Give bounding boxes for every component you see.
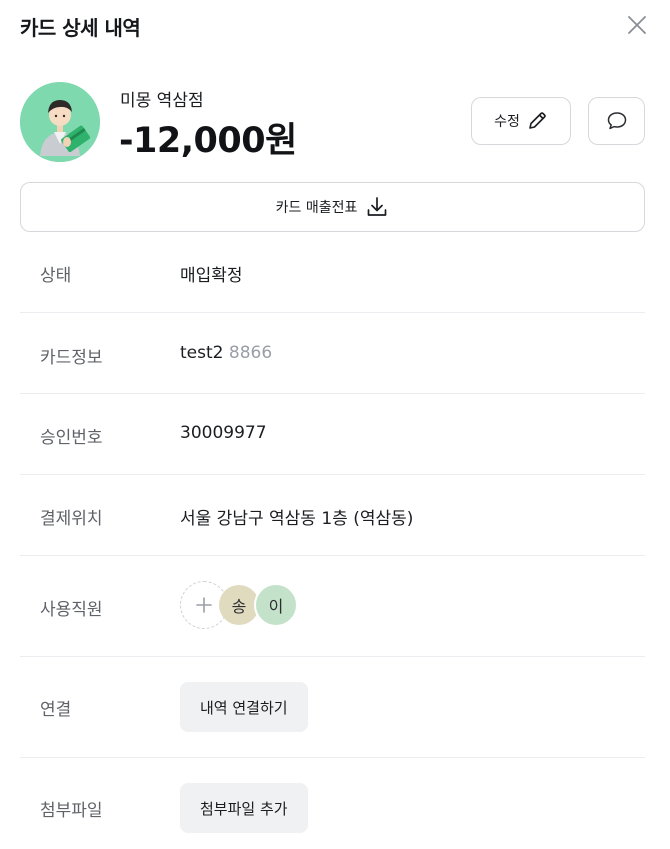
- status-label: 상태: [40, 266, 72, 286]
- close-button[interactable]: [624, 12, 650, 38]
- link-transaction-button[interactable]: 내역 연결하기: [180, 682, 308, 732]
- merchant-summary: 미몽 역삼점 -12,000원 수정: [20, 82, 650, 162]
- link-label: 연결: [40, 700, 72, 720]
- transaction-amount: -12,000원: [119, 121, 297, 161]
- card-receipt-button[interactable]: 카드 매출전표: [20, 182, 645, 232]
- close-icon: [628, 16, 646, 34]
- card-receipt-label: 카드 매출전표: [275, 200, 358, 216]
- status-value: 매입확정: [180, 266, 243, 286]
- location-value: 서울 강남구 역삼동 1층 (역삼동): [180, 509, 414, 529]
- approval-label: 승인번호: [40, 428, 103, 448]
- link-row: 연결 내역 연결하기: [20, 657, 645, 758]
- attachment-label: 첨부파일: [40, 801, 103, 821]
- employees-row: 사용직원 송 이: [20, 556, 645, 657]
- edit-button-label: 수정: [494, 114, 520, 130]
- location-label: 결제위치: [40, 509, 103, 529]
- card-info-label: 카드정보: [40, 348, 103, 368]
- comment-button[interactable]: [588, 97, 645, 145]
- plus-icon: [196, 597, 212, 613]
- card-info-row: 카드정보 test2 8866: [20, 313, 645, 394]
- employee-avatar[interactable]: 이: [254, 583, 298, 627]
- attachment-row: 첨부파일 첨부파일 추가: [20, 758, 645, 849]
- comment-icon: [607, 112, 626, 130]
- download-icon: [368, 197, 387, 216]
- header: 카드 상세 내역: [20, 10, 650, 42]
- approval-number: 30009977: [180, 423, 267, 443]
- employee-avatar[interactable]: 송: [219, 585, 259, 625]
- status-row: 상태 매입확정: [20, 232, 645, 313]
- card-number: 8866: [228, 343, 273, 363]
- page-title: 카드 상세 내역: [20, 16, 141, 40]
- person-with-card-icon: [20, 82, 100, 162]
- pencil-icon: [529, 112, 546, 129]
- approval-row: 승인번호 30009977: [20, 394, 645, 475]
- employees-label: 사용직원: [40, 600, 103, 620]
- merchant-name: 미몽 역삼점: [120, 91, 204, 111]
- card-name: test2: [180, 343, 224, 363]
- add-attachment-button[interactable]: 첨부파일 추가: [180, 783, 308, 833]
- location-row: 결제위치 서울 강남구 역삼동 1층 (역삼동): [20, 475, 645, 556]
- edit-button[interactable]: 수정: [471, 97, 571, 145]
- card-info-value: test2 8866: [180, 343, 272, 363]
